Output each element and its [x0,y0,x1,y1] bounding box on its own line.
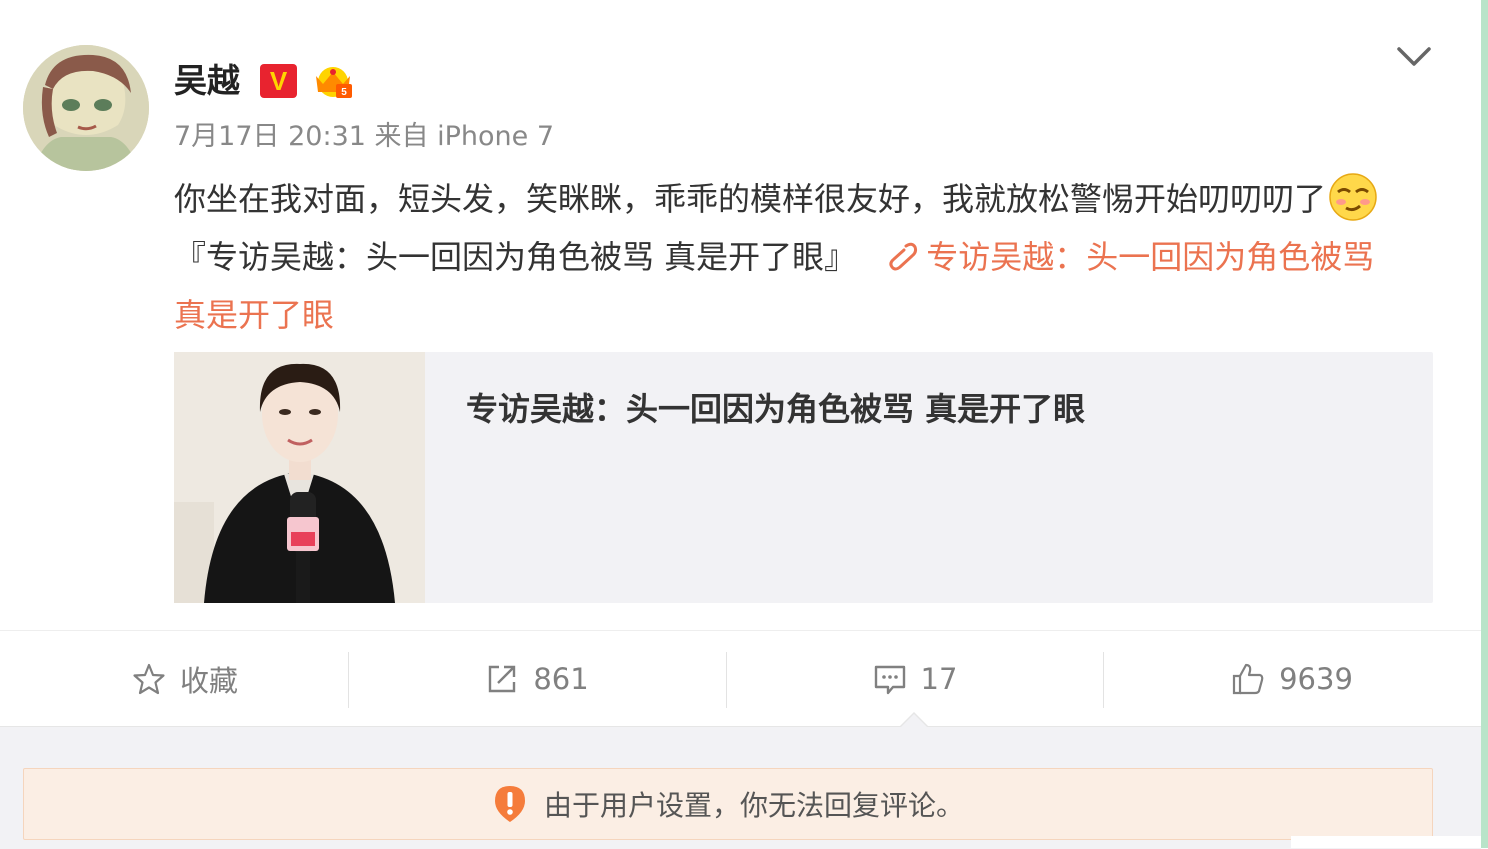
star-icon [133,663,165,694]
like-count: 9639 [1279,661,1353,696]
favorite-label: 收藏 [179,663,238,698]
post-body: 你坐在我对面，短头发，笑眯眯，乖乖的模样很友好，我就放松警惕开始叨叨叨了 『专访… [174,170,1414,344]
comment-pointer-fill [901,714,927,727]
post-text-part2: 『专访吴越：头一回因为角色被骂 真是开了眼』 [174,238,857,276]
weibo-post-card: 吴越 V 5 7月17日 20:31 来自 iPhone 7 你坐在我对面，短头… [0,0,1481,849]
author-name[interactable]: 吴越 [174,62,240,100]
link-icon[interactable] [886,232,918,271]
verified-badge-icon[interactable]: V [260,64,297,98]
comment-icon [874,665,905,694]
post-text-part1: 你坐在我对面，短头发，笑眯眯，乖乖的模样很友好，我就放松警惕开始叨叨叨了 [174,180,1327,218]
window-corner [1291,836,1481,848]
avatar[interactable] [23,45,149,171]
favorite-button[interactable]: 收藏 [0,631,370,726]
post-source[interactable]: 来自 iPhone 7 [375,121,554,152]
chevron-down-icon[interactable] [1396,44,1432,70]
action-bar: 收藏 861 17 9639 [0,631,1481,726]
like-button[interactable]: 9639 [1107,631,1477,726]
smirk-emoji-icon [1328,172,1378,222]
article-preview-card[interactable]: 专访吴越：头一回因为角色被骂 真是开了眼 [174,352,1433,603]
post-meta: 7月17日 20:31 来自 iPhone 7 [174,121,554,153]
crown-member-icon[interactable]: 5 [310,62,356,100]
repost-icon [489,665,516,692]
action-separator [1103,652,1104,708]
repost-button[interactable]: 861 [352,631,722,726]
comment-disabled-notice: 由于用户设置，你无法回复评论。 [23,768,1433,840]
post-timestamp[interactable]: 7月17日 20:31 [174,121,366,152]
thumbs-up-icon [1232,663,1264,694]
repost-count: 861 [533,661,589,696]
svg-text:5: 5 [341,87,347,98]
article-title[interactable]: 专访吴越：头一回因为角色被骂 真是开了眼 [466,390,1085,428]
warning-icon [494,786,525,822]
action-separator [348,652,349,708]
notice-text: 由于用户设置，你无法回复评论。 [543,789,964,822]
article-thumbnail[interactable] [174,352,425,603]
window-edge [1481,0,1488,848]
action-separator [726,652,727,708]
comment-count: 17 [920,661,958,696]
